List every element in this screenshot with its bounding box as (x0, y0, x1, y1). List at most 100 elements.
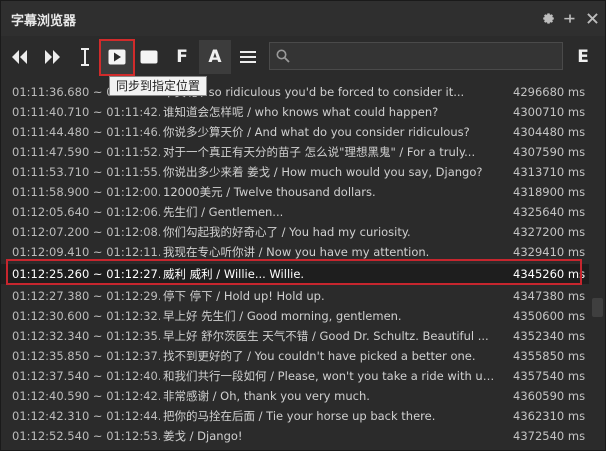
subtitle-text: 对于一个真正有天分的苗子 怎么说"理想黑鬼" / For a truly... (163, 145, 476, 159)
subtitle-row[interactable]: 01:12:30.600 ~ 01:12:32.250早上好 先生们 / Goo… (1, 306, 589, 326)
subtitle-text: 停下 停下 / Hold up! Hold up. (163, 289, 325, 303)
subtitle-row[interactable]: 01:12:09.410 ~ 01:12:11.100我现在专心听你讲 / No… (1, 242, 589, 262)
subtitle-time: 01:12:42.310 ~ 01:12:44.470 (12, 409, 160, 423)
subtitle-ms: 4296680 ms (513, 85, 586, 99)
subtitle-row[interactable]: 01:12:32.340 ~ 01:12:35.400早上好 舒尔茨医生 天气不… (1, 326, 589, 346)
subtitle-text: 把你的马拴在后面 / Tie your horse up back there. (163, 409, 436, 423)
subtitle-button[interactable] (133, 40, 165, 74)
subtitle-ms: 4313710 ms (513, 165, 586, 179)
subtitle-time: 01:12:35.850 ~ 01:12:37.490 (12, 349, 160, 363)
subtitle-row[interactable]: 01:12:27.380 ~ 01:12:29.200停下 停下 / Hold … (1, 286, 589, 306)
subtitle-ms: 4329410 ms (513, 245, 586, 259)
subtitle-text: 早上好 舒尔茨医生 天气不错 / Good Dr. Schultz. Beaut… (163, 329, 489, 343)
subtitle-ms: 4347380 ms (513, 289, 586, 303)
subtitle-row[interactable]: 01:11:44.480 ~ 01:11:46.880你说多少算天价 / And… (1, 122, 589, 142)
subtitle-text: 不卖呢 / so ridiculous you'd be forced to c… (163, 85, 465, 99)
subtitle-time: 01:12:52.540 ~ 01:12:53.660 (12, 429, 160, 443)
subtitle-ms: 4345260 ms (513, 267, 586, 281)
subtitle-row[interactable]: 01:11:40.710 ~ 01:11:42.990谁知道会怎样呢 / who… (1, 102, 589, 122)
f-button-label: F (176, 47, 188, 67)
gear-icon[interactable] (541, 11, 555, 25)
subtitle-time: 01:12:27.380 ~ 01:12:29.200 (12, 289, 160, 303)
pin-icon[interactable] (563, 11, 577, 25)
subtitle-ms: 4357540 ms (513, 369, 586, 383)
subtitle-row[interactable]: 01:12:40.590 ~ 01:12:42.260非常感谢 / Oh, th… (1, 386, 589, 406)
subtitle-ms: 4355850 ms (513, 349, 586, 363)
subtitle-ms: 4325640 ms (513, 205, 586, 219)
subtitle-row[interactable]: 01:12:35.850 ~ 01:12:37.490找不到更好的了 / You… (1, 346, 589, 366)
subtitle-text: 非常感谢 / Oh, thank you very much. (163, 389, 370, 403)
subtitle-ms: 4372540 ms (513, 429, 586, 443)
subtitle-ms: 4352340 ms (513, 329, 586, 343)
title-bar: 字幕浏览器 (1, 1, 605, 36)
subtitle-text: 你说出多少来着 姜戈 / How much would you say, Dja… (163, 165, 483, 179)
subtitle-time: 01:11:53.710 ~ 01:11:55.510 (12, 165, 160, 179)
subtitle-row[interactable]: 01:11:58.900 ~ 01:12:00.70012000美元 / Twe… (1, 182, 589, 202)
subtitle-row[interactable]: 01:11:36.680 ~ 01:11 不卖呢 / so ridiculous … (1, 82, 589, 102)
white-box-icon (140, 50, 158, 64)
subtitle-time: 01:12:55.000 ~ 01:12:56.400 (12, 446, 160, 450)
previous-button[interactable] (3, 40, 35, 74)
next-button[interactable] (37, 40, 69, 74)
subtitle-row[interactable]: 01:11:53.710 ~ 01:11:55.510你说出多少来着 姜戈 / … (1, 162, 589, 182)
subtitle-ms: 4300710 ms (513, 105, 586, 119)
search-field[interactable] (269, 42, 563, 70)
subtitle-text: 找不到更好的了 / You couldn't have picked a bet… (163, 349, 476, 363)
subtitle-text: 我们现在好像回到了正轨 / Well, we seem to be... (163, 446, 499, 450)
subtitle-time: 01:11:40.710 ~ 01:11:42.990 (12, 105, 160, 119)
subtitle-text: 谁知道会怎样呢 / who knows what could happen? (163, 105, 439, 119)
fast-forward-icon (45, 50, 60, 64)
subtitle-ms: 4360590 ms (513, 389, 586, 403)
subtitle-text: 12000美元 / Twelve thousand dollars. (163, 185, 376, 199)
rewind-icon (12, 50, 27, 64)
subtitle-ms: 4362310 ms (513, 409, 586, 423)
subtitle-text: 你们勾起我的好奇心了 / You had my curiosity. (163, 225, 411, 239)
caret-button[interactable] (69, 40, 101, 74)
text-cursor-icon (81, 48, 89, 66)
subtitle-ms: 4350600 ms (513, 309, 586, 323)
subtitle-row[interactable]: 01:12:52.540 ~ 01:12:53.660姜戈 / Django! 4… (1, 426, 589, 446)
close-icon[interactable] (585, 11, 599, 25)
subtitle-time: 01:11:44.480 ~ 01:11:46.880 (12, 125, 160, 139)
subtitle-text: 我现在专心听你讲 / Now you have my attention. (163, 245, 430, 259)
search-icon (276, 49, 290, 63)
subtitle-row[interactable]: 01:11:47.590 ~ 01:11:52.180对于一个真正有天分的苗子 … (1, 142, 589, 162)
hamburger-icon (240, 51, 256, 63)
scrollbar-thumb[interactable] (592, 298, 603, 317)
subtitle-time: 01:12:37.540 ~ 01:12:40.350 (12, 369, 160, 383)
subtitle-text: 姜戈 / Django! (163, 429, 243, 443)
scrollbar[interactable] (590, 80, 605, 450)
subtitle-ms: 4327200 ms (513, 225, 586, 239)
subtitle-ms: 4318900 ms (513, 185, 586, 199)
subtitle-row[interactable]: 01:12:42.310 ~ 01:12:44.470把你的马拴在后面 / Ti… (1, 406, 589, 426)
e-button[interactable]: E (567, 40, 599, 74)
search-input[interactable] (296, 46, 556, 66)
subtitle-ms: 4304480 ms (513, 125, 586, 139)
subtitle-browser-window: 字幕浏览器 F A E 同步到指定位置 01:11:36.680 ~ 01:11… (0, 0, 606, 451)
subtitle-row[interactable]: 01:12:05.640 ~ 01:12:06.800先生们 / Gentlem… (1, 202, 589, 222)
e-button-label: E (577, 47, 589, 67)
subtitle-row[interactable]: 01:12:37.540 ~ 01:12:40.350和我们共行一段如何 / P… (1, 366, 589, 386)
subtitle-time: 01:12:09.410 ~ 01:12:11.100 (12, 245, 160, 259)
f-button[interactable]: F (166, 40, 198, 74)
subtitle-row[interactable]: 01:12:07.200 ~ 01:12:08.970你们勾起我的好奇心了 / … (1, 222, 589, 242)
a-button[interactable]: A (199, 40, 231, 74)
subtitle-time: 01:12:32.340 ~ 01:12:35.400 (12, 329, 160, 343)
subtitle-ms: 4375000 ms (513, 446, 585, 450)
subtitle-list[interactable]: 01:11:36.680 ~ 01:11 不卖呢 / so ridiculous … (1, 80, 589, 450)
subtitle-text: 和我们共行一段如何 / Please, won't you take a rid… (163, 369, 499, 383)
window-title: 字幕浏览器 (11, 14, 77, 29)
subtitle-time: 01:11:58.900 ~ 01:12:00.700 (12, 185, 160, 199)
tooltip: 同步到指定位置 (109, 76, 208, 96)
subtitle-ms: 4307590 ms (513, 145, 586, 159)
subtitle-time: 01:12:40.590 ~ 01:12:42.260 (12, 389, 160, 403)
subtitle-row[interactable]: 01:12:55.000 ~ 01:12:56.400我们现在好像回到了正轨 /… (1, 446, 589, 450)
subtitle-time: 01:12:05.640 ~ 01:12:06.800 (12, 205, 160, 219)
menu-button[interactable] (232, 40, 264, 74)
a-button-label: A (208, 47, 222, 67)
subtitle-time: 01:12:30.600 ~ 01:12:32.250 (12, 309, 160, 323)
subtitle-time: 01:11:47.590 ~ 01:11:52.180 (12, 145, 160, 159)
subtitle-text: 先生们 / Gentlemen... (163, 205, 284, 219)
subtitle-time: 01:12:07.200 ~ 01:12:08.970 (12, 225, 160, 239)
subtitle-row[interactable]: 01:12:25.260 ~ 01:12:27.340威利 威利 / Willi… (1, 264, 589, 284)
